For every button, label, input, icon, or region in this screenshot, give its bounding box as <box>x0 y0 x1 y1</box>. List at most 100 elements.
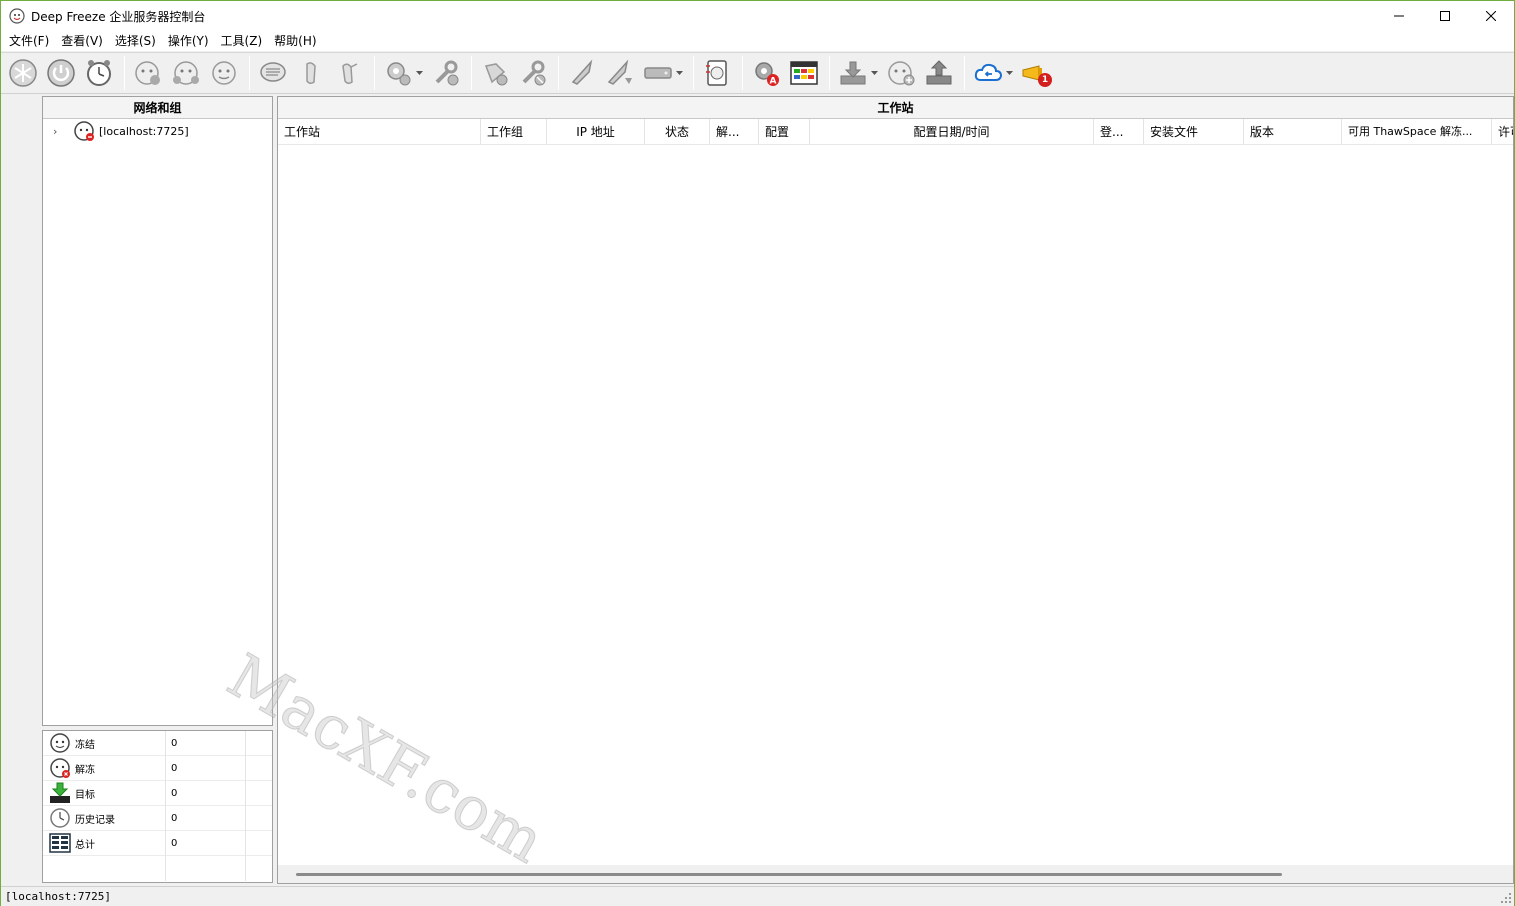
unlock-icon <box>342 63 358 85</box>
add-workstation-icon <box>888 61 915 86</box>
freeze-next-boot-button[interactable] <box>130 55 166 91</box>
menu-select[interactable]: 选择(S) <box>109 31 162 51</box>
drive-icon <box>644 67 672 79</box>
column-header-workgroup[interactable]: 工作组 <box>481 119 547 144</box>
thaw-locked-icon <box>212 61 236 85</box>
export-button[interactable] <box>921 55 957 91</box>
alerts-button[interactable]: 1 <box>1018 55 1054 91</box>
toolbar-separator <box>964 56 965 90</box>
column-header-config[interactable]: 配置 <box>759 119 810 144</box>
log-button[interactable] <box>699 55 735 91</box>
cloud-dropdown[interactable] <box>1004 55 1014 91</box>
column-header-license[interactable]: 许可 <box>1492 119 1513 144</box>
horizontal-scrollbar[interactable] <box>278 865 1513 883</box>
stat-row-empty <box>43 856 272 881</box>
uninstall-icon <box>522 60 546 86</box>
stat-row-history[interactable]: 历史记录 0 <box>43 805 272 831</box>
settings-icon <box>387 62 411 86</box>
tree-node-localhost[interactable]: › [localhost:7725] <box>43 119 272 143</box>
update-icon <box>435 60 459 86</box>
minimize-button[interactable] <box>1376 1 1422 31</box>
unlock-button[interactable] <box>331 55 367 91</box>
power-button[interactable] <box>43 55 79 91</box>
stat-row-target[interactable]: 目标 0 <box>43 780 272 806</box>
schedule-button[interactable] <box>81 55 117 91</box>
maximize-icon <box>1440 11 1450 21</box>
stat-row-thawed[interactable]: 解冻 0 <box>43 755 272 781</box>
menu-help[interactable]: 帮助(H) <box>268 31 322 51</box>
toolbar-separator <box>124 56 125 90</box>
thaw-locked-button[interactable] <box>206 55 242 91</box>
stat-label: 总计 <box>75 839 95 851</box>
resize-grip-icon[interactable] <box>1500 892 1512 904</box>
menu-action[interactable]: 操作(Y) <box>162 31 215 51</box>
toolbar: A 1 <box>1 52 1514 94</box>
column-header-thaw[interactable]: 解... <box>710 119 759 144</box>
menu-view[interactable]: 查看(V) <box>55 31 109 51</box>
network-tree-panel: 网络和组 › [localhost:7725] <box>42 96 273 726</box>
stat-row-frozen[interactable]: 冻结 0 <box>43 730 272 756</box>
freeze-button[interactable] <box>5 55 41 91</box>
cloud-icon <box>974 63 1003 81</box>
total-icon <box>49 833 71 853</box>
import-button[interactable] <box>835 55 871 91</box>
column-header-ip-address[interactable]: IP 地址 <box>547 119 645 144</box>
stat-value: 0 <box>166 780 246 806</box>
clock-icon <box>87 60 111 86</box>
freeze-next-icon <box>135 61 160 85</box>
power-icon <box>47 59 75 87</box>
drive-dropdown[interactable] <box>674 55 684 91</box>
menu-file[interactable]: 文件(F) <box>3 31 55 51</box>
target-icon <box>50 782 70 803</box>
advanced-settings-button[interactable]: A <box>748 55 784 91</box>
thaw-icon <box>173 61 199 85</box>
configure-dropdown[interactable] <box>414 55 424 91</box>
column-header-version[interactable]: 版本 <box>1244 119 1342 144</box>
install-button[interactable] <box>477 55 513 91</box>
download-icon <box>840 61 866 85</box>
expand-chevron-icon[interactable]: › <box>53 125 67 138</box>
lock-button[interactable] <box>293 55 329 91</box>
thaw-button[interactable] <box>168 55 204 91</box>
upload-icon <box>926 60 952 85</box>
tree-node-label: [localhost:7725] <box>99 124 189 138</box>
stat-row-total[interactable]: 总计 0 <box>43 830 272 856</box>
stat-label: 历史记录 <box>75 814 115 826</box>
close-icon <box>1486 11 1496 21</box>
drive-button[interactable] <box>640 55 676 91</box>
scheduler-button[interactable] <box>786 55 822 91</box>
toolbar-separator <box>558 56 559 90</box>
minimize-icon <box>1394 15 1404 17</box>
install-icon <box>484 63 508 86</box>
column-header-install-file[interactable]: 安装文件 <box>1144 119 1244 144</box>
toolbar-separator <box>471 56 472 90</box>
column-header-status[interactable]: 状态 <box>645 119 710 144</box>
stat-value: 0 <box>166 805 246 831</box>
stat-value: 0 <box>166 830 246 856</box>
workstation-list[interactable] <box>278 146 1513 864</box>
uninstall-button[interactable] <box>515 55 551 91</box>
column-header-thawspace[interactable]: 可用 ThawSpace 解冻... <box>1342 119 1492 144</box>
column-header-workstation[interactable]: 工作站 <box>278 119 481 144</box>
update-button[interactable] <box>428 55 464 91</box>
menu-tools[interactable]: 工具(Z) <box>215 31 269 51</box>
window-controls <box>1376 1 1514 31</box>
deploy-remote-button[interactable] <box>602 55 638 91</box>
close-button[interactable] <box>1468 1 1514 31</box>
cloud-button[interactable] <box>970 55 1006 91</box>
message-icon <box>260 62 286 82</box>
column-header-login[interactable]: 登... <box>1094 119 1144 144</box>
deploy-button[interactable] <box>564 55 600 91</box>
log-icon <box>706 60 727 86</box>
stat-value: 0 <box>166 730 246 756</box>
configure-button[interactable] <box>380 55 416 91</box>
import-dropdown[interactable] <box>869 55 879 91</box>
column-header-config-datetime[interactable]: 配置日期/时间 <box>810 119 1094 144</box>
scrollbar-thumb[interactable] <box>296 873 1282 876</box>
alert-count-badge: 1 <box>1038 73 1052 87</box>
frozen-icon <box>50 733 70 753</box>
title-bar: Deep Freeze 企业服务器控制台 <box>1 1 1514 31</box>
maximize-button[interactable] <box>1422 1 1468 31</box>
add-workstation-button[interactable] <box>883 55 919 91</box>
send-message-button[interactable] <box>255 55 291 91</box>
